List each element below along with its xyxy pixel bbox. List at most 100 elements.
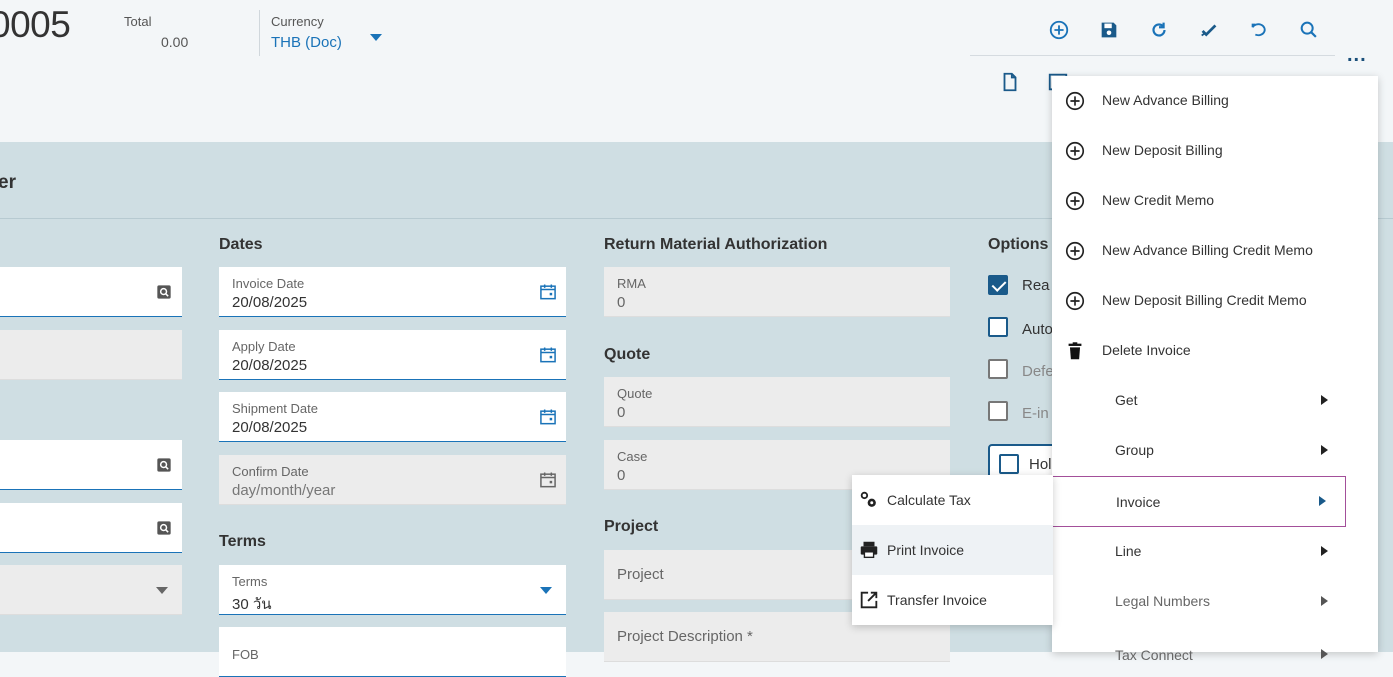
terms-field[interactable]: Terms 30 วัน: [219, 565, 566, 615]
menu-item-tax-connect[interactable]: Tax Connect: [1052, 627, 1378, 677]
customer-field[interactable]: [0, 267, 182, 317]
chevron-down-icon[interactable]: [540, 587, 552, 594]
terms-value[interactable]: 30 วัน: [232, 592, 272, 616]
document-icon[interactable]: [998, 70, 1022, 94]
header-divider: [259, 10, 260, 56]
total-label: Total: [124, 14, 152, 29]
chevron-right-icon: [1321, 445, 1328, 455]
chevron-right-icon: [1321, 596, 1328, 606]
hold-label: Hol: [1029, 456, 1052, 473]
lookup-field-3[interactable]: [0, 503, 182, 553]
dates-heading: Dates: [219, 236, 263, 253]
calendar-icon[interactable]: [538, 345, 558, 365]
menu-item-label: New Deposit Billing Credit Memo: [1102, 292, 1307, 308]
menu-item-label: Delete Invoice: [1102, 342, 1191, 358]
menu-item-label: Get: [1115, 392, 1138, 408]
rma-heading: Return Material Authorization: [604, 236, 828, 253]
submenu-item-label: Calculate Tax: [887, 492, 971, 508]
save-icon[interactable]: [1097, 18, 1121, 42]
menu-item-new-advance-billing[interactable]: New Advance Billing: [1052, 76, 1378, 126]
invoice-date-field[interactable]: Invoice Date 20/08/2025: [219, 267, 566, 317]
fob-label: FOB: [232, 647, 259, 662]
dropdown-field[interactable]: [0, 565, 182, 615]
external-link-icon: [860, 591, 878, 609]
ready-checkbox[interactable]: [988, 275, 1008, 295]
more-actions-menu: New Advance Billing New Deposit Billing …: [1052, 76, 1378, 663]
auto-checkbox[interactable]: [988, 317, 1008, 337]
printer-icon: [860, 541, 878, 559]
lookup-icon[interactable]: [154, 455, 174, 475]
menu-item-new-advance-billing-credit-memo[interactable]: New Advance Billing Credit Memo: [1052, 226, 1378, 276]
add-icon[interactable]: [1047, 18, 1071, 42]
hold-checkbox[interactable]: [999, 454, 1019, 474]
menu-item-label: Tax Connect: [1115, 647, 1193, 663]
apply-date-value[interactable]: 20/08/2025: [232, 357, 307, 374]
submenu-item-label: Print Invoice: [887, 542, 965, 558]
case-label: Case: [617, 449, 648, 464]
terms-heading: Terms: [219, 533, 266, 550]
invoice-date-label: Invoice Date: [232, 276, 305, 291]
defer-checkbox: [988, 359, 1008, 379]
apply-date-field[interactable]: Apply Date 20/08/2025: [219, 330, 566, 380]
shipment-date-value[interactable]: 20/08/2025: [232, 419, 307, 436]
quote-label: Quote: [617, 386, 653, 401]
menu-item-label: New Advance Billing: [1102, 92, 1229, 108]
fob-field[interactable]: FOB: [219, 627, 566, 677]
refresh-icon[interactable]: [1147, 18, 1171, 42]
lookup-icon[interactable]: [154, 518, 174, 538]
readonly-field: [0, 330, 182, 380]
currency-value[interactable]: THB (Doc): [271, 34, 342, 51]
calendar-icon[interactable]: [538, 282, 558, 302]
shipment-date-field[interactable]: Shipment Date 20/08/2025: [219, 392, 566, 442]
submenu-item-transfer-invoice[interactable]: Transfer Invoice: [852, 575, 1053, 625]
menu-item-line[interactable]: Line: [1052, 527, 1378, 577]
terms-label: Terms: [232, 574, 268, 589]
options-heading: Options: [988, 236, 1049, 253]
menu-item-new-credit-memo[interactable]: New Credit Memo: [1052, 176, 1378, 226]
chevron-right-icon: [1319, 496, 1326, 506]
confirm-date-placeholder: day/month/year: [232, 482, 336, 499]
case-value: 0: [617, 467, 626, 484]
menu-item-new-deposit-billing-credit-memo[interactable]: New Deposit Billing Credit Memo: [1052, 276, 1378, 326]
chevron-right-icon: [1321, 546, 1328, 556]
plus-circle-icon: [1065, 141, 1085, 161]
submenu-item-print-invoice[interactable]: Print Invoice: [852, 525, 1053, 575]
defer-label: Defe: [1022, 363, 1054, 380]
lookup-field-2[interactable]: [0, 440, 182, 490]
chevron-down-icon[interactable]: [156, 587, 168, 594]
quote-field: Quote 0: [604, 377, 950, 427]
menu-item-label: Line: [1115, 543, 1142, 559]
undo-icon[interactable]: [1247, 18, 1271, 42]
gears-icon: [860, 491, 876, 507]
invoice-date-value[interactable]: 20/08/2025: [232, 294, 307, 311]
menu-item-group[interactable]: Group: [1052, 426, 1378, 476]
quote-value: 0: [617, 404, 626, 421]
menu-item-label: New Advance Billing Credit Memo: [1102, 242, 1313, 258]
einvoice-checkbox: [988, 401, 1008, 421]
apply-date-label: Apply Date: [232, 339, 296, 354]
trash-icon: [1068, 342, 1082, 360]
menu-item-invoice[interactable]: Invoice: [1052, 476, 1346, 527]
menu-item-legal-numbers[interactable]: Legal Numbers: [1052, 577, 1378, 627]
more-actions-button[interactable]: ...: [1347, 44, 1367, 67]
menu-item-delete-invoice[interactable]: Delete Invoice: [1052, 326, 1378, 376]
lookup-icon[interactable]: [154, 282, 174, 302]
menu-item-new-deposit-billing[interactable]: New Deposit Billing: [1052, 126, 1378, 176]
currency-label: Currency: [271, 14, 324, 29]
rma-value: 0: [617, 294, 626, 311]
project-placeholder: Project: [617, 566, 664, 583]
confirm-date-field: Confirm Date day/month/year: [219, 455, 566, 505]
search-icon[interactable]: [1297, 18, 1321, 42]
invoice-submenu: Calculate Tax Print Invoice Transfer Inv…: [852, 475, 1053, 625]
currency-dropdown-icon[interactable]: [370, 34, 382, 41]
menu-item-get[interactable]: Get: [1052, 376, 1378, 426]
menu-item-label: Invoice: [1116, 494, 1161, 510]
calendar-icon[interactable]: [538, 407, 558, 427]
auto-label: Auto: [1022, 321, 1053, 338]
project-description-placeholder: Project Description *: [617, 628, 753, 645]
confirm-date-label: Confirm Date: [232, 464, 309, 479]
clear-icon[interactable]: [1197, 18, 1221, 42]
quote-heading: Quote: [604, 346, 651, 363]
submenu-item-calculate-tax[interactable]: Calculate Tax: [852, 475, 1053, 525]
menu-item-label: New Deposit Billing: [1102, 142, 1223, 158]
